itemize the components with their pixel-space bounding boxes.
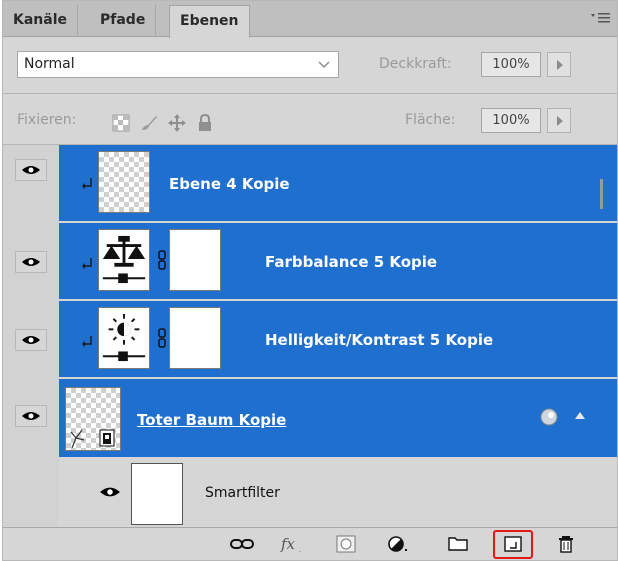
add-mask-icon[interactable] <box>335 535 357 553</box>
tree-branch-icon <box>70 429 85 448</box>
adjustment-layer-icon[interactable] <box>387 535 409 553</box>
eye-icon <box>22 336 40 344</box>
smart-filter-row[interactable]: Smartfilter <box>3 457 617 526</box>
mask-link-icon[interactable] <box>157 249 167 271</box>
opacity-slider-button[interactable] <box>547 52 571 77</box>
tab-kanaele[interactable]: Kanäle <box>3 5 79 37</box>
brightness-contrast-adjustment-icon[interactable] <box>98 307 150 369</box>
eye-icon[interactable] <box>99 485 121 499</box>
layers-panel: Kanäle Pfade Ebenen Normal Deckkraft: 10… <box>2 0 618 561</box>
new-group-icon[interactable] <box>447 535 469 553</box>
layer-row[interactable]: Farbbalance 5 Kopie <box>3 223 617 301</box>
mask-link-icon[interactable] <box>157 327 167 349</box>
visibility-toggle[interactable] <box>15 405 47 427</box>
fill-input[interactable]: 100% <box>481 108 541 133</box>
clipping-arrow-icon <box>82 336 92 347</box>
collapse-arrow-icon[interactable] <box>573 409 587 421</box>
fill-label: Fläche: <box>405 112 456 128</box>
opacity-input[interactable]: 100% <box>481 52 541 77</box>
clipping-arrow-icon <box>82 258 92 269</box>
tab-ebenen[interactable]: Ebenen <box>169 5 250 38</box>
fill-slider-button[interactable] <box>547 108 571 133</box>
visibility-toggle[interactable] <box>15 329 47 351</box>
clipping-arrow-icon <box>82 178 92 189</box>
layer-name[interactable]: Toter Baum Kopie <box>137 411 286 429</box>
visibility-toggle[interactable] <box>15 251 47 273</box>
lock-all-icon[interactable] <box>195 113 215 133</box>
layer-row[interactable]: Helligkeit/Kontrast 5 Kopie <box>3 301 617 379</box>
link-layers-icon[interactable] <box>229 535 255 553</box>
lock-transparency-icon[interactable] <box>111 113 131 133</box>
smart-filter-label: Smartfilter <box>205 485 280 501</box>
new-layer-icon[interactable] <box>502 535 524 553</box>
layer-row[interactable]: Toter Baum Kopie <box>3 379 617 457</box>
tab-bar: Kanäle Pfade Ebenen <box>3 1 617 38</box>
opacity-label: Deckkraft: <box>379 56 452 72</box>
lock-label: Fixieren: <box>17 112 77 128</box>
smart-filter-mask-thumbnail[interactable] <box>131 463 183 525</box>
layers-list: Ebene 4 Kopie Farbbalance 5 Kopie Hellig… <box>3 145 617 526</box>
eye-icon <box>22 258 40 266</box>
layer-row[interactable]: Ebene 4 Kopie <box>3 145 617 223</box>
smart-object-badge-icon <box>99 429 115 447</box>
smart-object-thumbnail[interactable] <box>65 387 121 451</box>
eye-icon <box>22 166 40 174</box>
lock-position-move-icon[interactable] <box>167 113 187 133</box>
layer-mask-thumbnail[interactable] <box>169 229 221 291</box>
smart-filter-indicator-icon[interactable] <box>539 407 559 427</box>
lock-pixels-brush-icon[interactable] <box>139 113 159 133</box>
chevron-down-icon <box>318 61 330 68</box>
layer-mask-thumbnail[interactable] <box>169 307 221 369</box>
fx-icon[interactable]: fx . <box>279 535 305 553</box>
blend-mode-value: Normal <box>24 56 75 72</box>
svg-text:fx: fx <box>280 535 296 553</box>
layer-thumbnail[interactable] <box>98 151 150 213</box>
tab-pfade[interactable]: Pfade <box>90 5 157 37</box>
layer-name[interactable]: Farbbalance 5 Kopie <box>265 253 437 271</box>
color-balance-adjustment-icon[interactable] <box>98 229 150 291</box>
divider <box>3 93 617 94</box>
svg-text:.: . <box>299 546 301 553</box>
panel-menu-icon[interactable] <box>589 10 611 26</box>
blend-mode-select[interactable]: Normal <box>17 51 339 78</box>
layers-footer: fx . <box>3 527 617 560</box>
visibility-toggle[interactable] <box>15 159 47 181</box>
layer-name[interactable]: Helligkeit/Kontrast 5 Kopie <box>265 331 493 349</box>
scrollbar-thumb[interactable] <box>600 179 603 209</box>
eye-icon <box>22 412 40 420</box>
scrollbar[interactable] <box>595 145 617 381</box>
layer-name[interactable]: Ebene 4 Kopie <box>169 175 290 193</box>
delete-icon[interactable] <box>555 535 577 553</box>
